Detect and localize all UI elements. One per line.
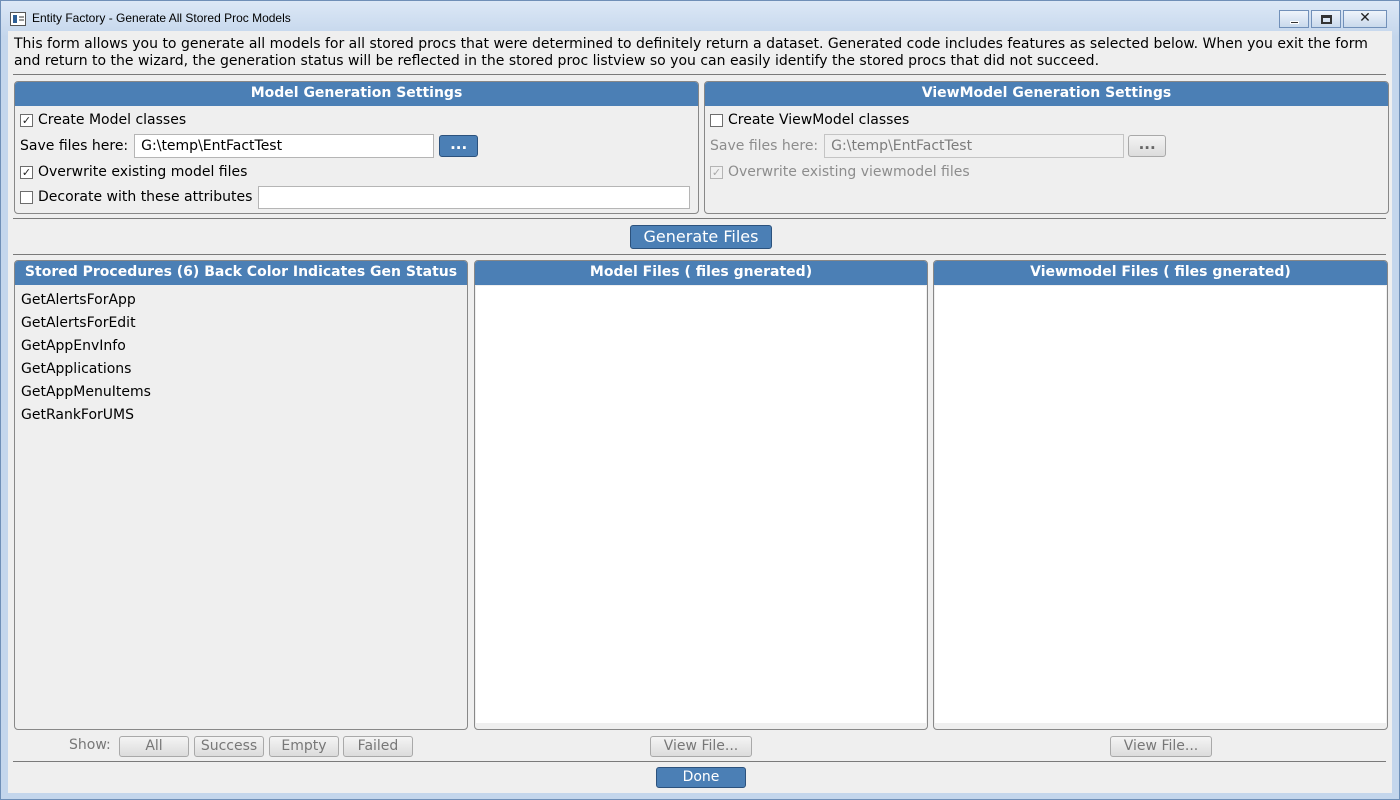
- model-settings-panel: Model Generation Settings ✓ Create Model…: [14, 81, 699, 214]
- viewmodel-save-row: Save files here: G:\temp\EntFactTest ...: [710, 134, 1167, 158]
- viewmodel-save-path-input[interactable]: G:\temp\EntFactTest: [824, 134, 1125, 158]
- stored-procs-header: Stored Procedures (6) Back Color Indicat…: [15, 261, 467, 285]
- model-files-list[interactable]: [476, 286, 926, 723]
- check-icon: ✓: [21, 113, 32, 127]
- filter-failed-button[interactable]: Failed: [343, 736, 413, 757]
- list-item[interactable]: GetAppMenuItems: [16, 381, 466, 404]
- separator-middle-top: [13, 218, 1386, 219]
- done-button[interactable]: Done: [656, 767, 746, 788]
- separator-bottom: [13, 761, 1386, 762]
- list-item[interactable]: GetApplications: [16, 358, 466, 381]
- model-files-header: Model Files ( files gnerated): [475, 261, 927, 285]
- viewmodel-settings-header: ViewModel Generation Settings: [705, 82, 1388, 106]
- viewmodel-overwrite-row[interactable]: ✓ Overwrite existing viewmodel files: [710, 160, 970, 184]
- form-client-area: This form allows you to generate all mod…: [8, 31, 1392, 793]
- viewmodel-files-panel: Viewmodel Files ( files gnerated): [933, 260, 1388, 730]
- separator-middle-bottom: [13, 254, 1386, 255]
- list-item[interactable]: GetRankForUMS: [16, 404, 466, 427]
- window-title: Entity Factory - Generate All Stored Pro…: [32, 11, 291, 25]
- decorate-label: Decorate with these attributes: [38, 189, 253, 205]
- app-icon: [10, 12, 26, 26]
- decorate-checkbox[interactable]: [20, 190, 33, 204]
- list-item[interactable]: GetAlertsForApp: [16, 289, 466, 312]
- check-icon: ✓: [711, 165, 722, 179]
- decorate-attributes-input[interactable]: [258, 185, 691, 209]
- maximize-icon: [1321, 15, 1332, 24]
- app-window: Entity Factory - Generate All Stored Pro…: [0, 0, 1400, 800]
- close-icon: ✕: [1359, 10, 1371, 26]
- create-viewmodel-row[interactable]: Create ViewModel classes: [710, 108, 909, 132]
- viewmodel-files-header: Viewmodel Files ( files gnerated): [934, 261, 1387, 285]
- model-overwrite-label: Overwrite existing model files: [38, 164, 248, 180]
- view-model-file-button[interactable]: View File...: [650, 736, 752, 757]
- filter-success-button[interactable]: Success: [194, 736, 264, 757]
- create-viewmodel-checkbox[interactable]: [710, 113, 723, 127]
- intro-text: This form allows you to generate all mod…: [14, 36, 1368, 69]
- model-overwrite-checkbox[interactable]: ✓: [20, 165, 33, 179]
- viewmodel-save-label: Save files here:: [710, 138, 819, 154]
- create-model-checkbox[interactable]: ✓: [20, 113, 33, 127]
- separator-top: [13, 74, 1386, 75]
- filter-empty-button[interactable]: Empty: [269, 736, 339, 757]
- model-settings-header: Model Generation Settings: [15, 82, 698, 106]
- list-item[interactable]: GetAlertsForEdit: [16, 312, 466, 335]
- model-save-row: Save files here: G:\temp\EntFactTest ...: [20, 134, 479, 158]
- minimize-button[interactable]: [1279, 10, 1309, 28]
- decorate-row: Decorate with these attributes: [20, 185, 691, 209]
- model-browse-button[interactable]: ...: [439, 135, 479, 157]
- viewmodel-overwrite-checkbox[interactable]: ✓: [710, 165, 723, 179]
- model-save-path-input[interactable]: G:\temp\EntFactTest: [134, 134, 435, 158]
- viewmodel-browse-button[interactable]: ...: [1128, 135, 1167, 157]
- viewmodel-files-list[interactable]: [935, 286, 1386, 723]
- filter-all-button[interactable]: All: [119, 736, 189, 757]
- maximize-button[interactable]: [1311, 10, 1341, 28]
- generate-files-button[interactable]: Generate Files: [630, 225, 772, 249]
- model-save-label: Save files here:: [20, 138, 129, 154]
- window-controls: ✕: [1279, 10, 1387, 28]
- create-model-row[interactable]: ✓ Create Model classes: [20, 108, 186, 132]
- close-button[interactable]: ✕: [1343, 10, 1387, 28]
- check-icon: ✓: [21, 165, 32, 179]
- create-viewmodel-label: Create ViewModel classes: [728, 112, 910, 128]
- minimize-icon: [1290, 21, 1299, 24]
- view-viewmodel-file-button[interactable]: View File...: [1110, 736, 1212, 757]
- stored-procs-panel: Stored Procedures (6) Back Color Indicat…: [14, 260, 468, 730]
- viewmodel-settings-panel: ViewModel Generation Settings Create Vie…: [704, 81, 1389, 214]
- list-item[interactable]: GetAppEnvInfo: [16, 335, 466, 358]
- viewmodel-overwrite-label: Overwrite existing viewmodel files: [728, 164, 970, 180]
- model-files-panel: Model Files ( files gnerated): [474, 260, 928, 730]
- create-model-label: Create Model classes: [38, 112, 187, 128]
- stored-procs-list[interactable]: GetAlertsForApp GetAlertsForEdit GetAppE…: [16, 286, 466, 728]
- model-overwrite-row[interactable]: ✓ Overwrite existing model files: [20, 160, 247, 184]
- show-filter-label: Show:: [69, 737, 111, 753]
